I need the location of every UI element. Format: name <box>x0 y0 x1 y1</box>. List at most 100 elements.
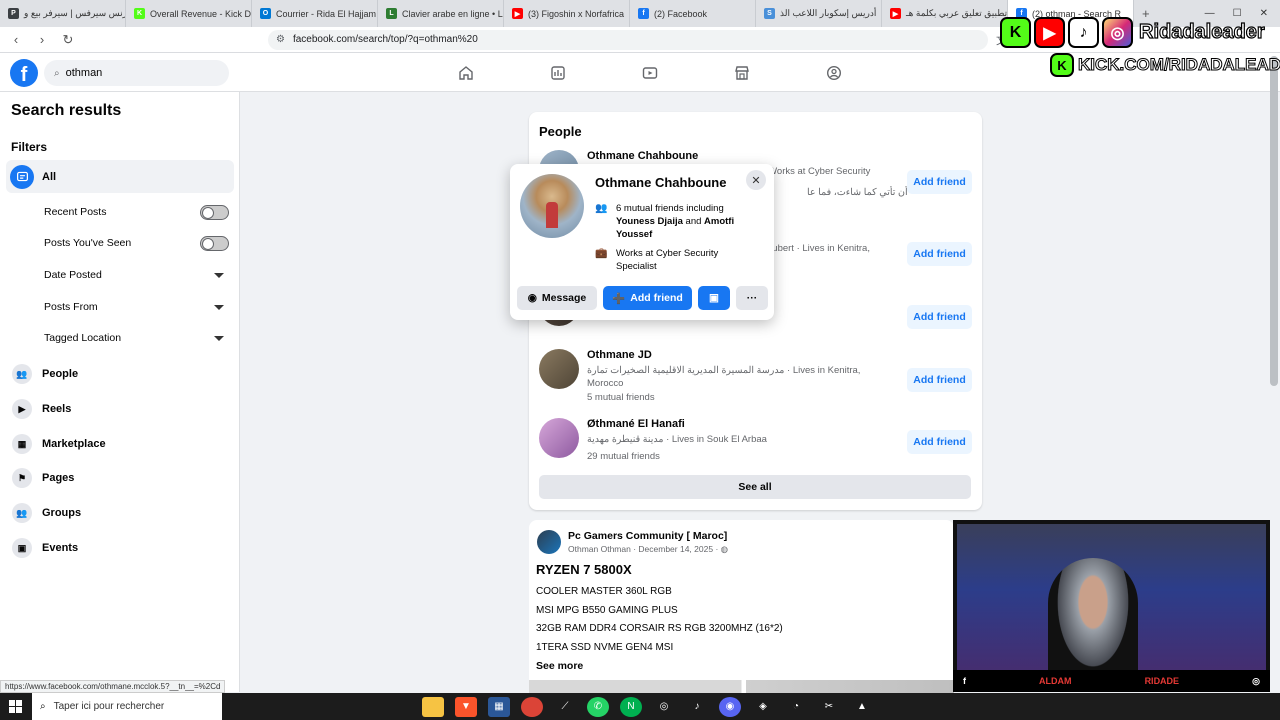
kick-logo-icon: K <box>1000 17 1031 48</box>
tab-favicon-icon: L <box>386 8 397 19</box>
tab-favicon-icon: f <box>638 8 649 19</box>
sidebar-filter-posts-you-ve-seen[interactable]: Posts You've Seen <box>44 233 229 253</box>
person-avatar[interactable] <box>539 349 579 389</box>
close-icon[interactable]: ✕ <box>746 170 766 190</box>
browser-tab[interactable]: K Overall Revenue - Kick Da <box>126 0 252 27</box>
add-friend-button[interactable]: Add friend <box>907 368 972 392</box>
reload-icon[interactable]: ↻ <box>58 32 78 48</box>
browser-tab[interactable]: L Clavier arabe en ligne • Le <box>378 0 504 27</box>
post-date[interactable]: December 14, 2025 <box>638 544 713 554</box>
sidebar-filter-posts-from[interactable]: Posts From <box>44 297 229 317</box>
tiktok-icon[interactable]: ♪ <box>686 697 708 717</box>
sidebar-filter-tagged-location[interactable]: Tagged Location <box>44 328 229 348</box>
filter-toggle[interactable] <box>200 204 229 220</box>
app-icon[interactable]: ◔ <box>785 697 807 717</box>
filter-all[interactable]: All <box>6 160 234 193</box>
post-meta: Othman Othman · December 14, 2025 · ◍ <box>568 544 729 554</box>
post-line: COOLER MASTER 360L RGB <box>536 586 672 597</box>
browser-tab[interactable]: O Courrier - Rida El Hajjam <box>252 0 378 27</box>
add-friend-button[interactable]: Add friend <box>907 305 972 329</box>
marketplace-icon: ▦ <box>12 434 32 454</box>
filter-toggle[interactable] <box>200 235 229 251</box>
see-more-link[interactable]: See more <box>536 660 583 672</box>
windows-start-icon[interactable] <box>0 699 32 714</box>
streamer-image <box>1048 558 1138 684</box>
add-friend-button[interactable]: ➕ Add friend <box>603 286 692 310</box>
hovercard-name[interactable]: Othmane Chahboune <box>595 175 726 190</box>
main-nav <box>420 61 880 85</box>
video-icon[interactable] <box>604 61 696 85</box>
home-icon[interactable] <box>420 61 512 85</box>
sidebar-item-marketplace[interactable]: ▦ Marketplace <box>12 434 106 454</box>
add-friend-button[interactable]: Add friend <box>907 170 972 194</box>
sidebar-item-pages[interactable]: ⚑ Pages <box>12 468 74 488</box>
message-button[interactable]: ◉ Message <box>517 286 597 310</box>
person-name[interactable]: Othmane JD <box>587 349 652 361</box>
feeds-icon[interactable] <box>512 61 604 85</box>
reels-icon: ▶ <box>12 399 32 419</box>
hovercard-work: 💼 Works at Cyber Security Specialist <box>595 247 760 273</box>
sidebar-filter-date-posted[interactable]: Date Posted <box>44 265 229 285</box>
tab-favicon-icon: K <box>134 8 145 19</box>
page-avatar[interactable] <box>537 530 561 554</box>
brave-icon[interactable]: ▼ <box>455 696 477 717</box>
browser-tab[interactable]: f (2) Facebook <box>630 0 756 27</box>
add-friend-button[interactable]: Add friend <box>907 430 972 454</box>
marketplace-nav-icon[interactable] <box>696 61 788 85</box>
person-name[interactable]: Othmane Chahboune <box>587 150 698 162</box>
post-page-name[interactable]: Pc Gamers Community [ Maroc] <box>568 530 727 542</box>
hovercard-mutual: 👥 6 mutual friends including Youness Dja… <box>595 202 760 241</box>
caret-down-icon[interactable] <box>214 272 224 278</box>
whatsapp-icon[interactable]: ✆ <box>587 696 609 717</box>
app-icon[interactable]: ▦ <box>488 696 510 717</box>
search-input[interactable] <box>65 67 206 79</box>
work-button[interactable]: ▣ <box>698 286 730 310</box>
sidebar-item-groups[interactable]: 👥 Groups <box>12 503 81 523</box>
browser-tab[interactable]: P برنس سيرفس | سيرفر بيع و <box>0 0 126 27</box>
page-scrollbar[interactable] <box>1270 56 1278 386</box>
browser-tab[interactable]: ▶ (3) Figoshin x Norfafrica <box>504 0 630 27</box>
site-info-icon[interactable]: ⚙ <box>276 34 285 45</box>
profile-nav-icon[interactable] <box>788 61 880 85</box>
sidebar-item-people[interactable]: 👥 People <box>12 364 78 384</box>
profile-hovercard: Othmane Chahboune ✕ 👥 6 mutual friends i… <box>510 164 774 320</box>
mutual-friend-1[interactable]: Youness Djaija <box>616 216 683 227</box>
mutual-friends-count[interactable]: 29 mutual friends <box>587 451 660 462</box>
app-icon[interactable]: ◎ <box>653 697 675 717</box>
add-friend-button[interactable]: Add friend <box>907 242 972 266</box>
sidebar-item-events[interactable]: ▣ Events <box>12 538 78 558</box>
app-icon[interactable]: ⟋ <box>554 697 576 717</box>
taskbar-search[interactable]: ⌕ Taper ici pour rechercher <box>32 693 222 720</box>
capcut-icon[interactable]: ✂ <box>818 697 840 717</box>
add-person-icon: ➕ <box>612 292 626 305</box>
caret-down-icon[interactable] <box>214 304 224 310</box>
see-all-button[interactable]: See all <box>539 475 971 499</box>
youtube-logo-icon: ▶ <box>1034 17 1065 48</box>
browser-tab[interactable]: S أدريس إسكوبار اللاعب الذ <box>756 0 882 27</box>
status-link: https://www.facebook.com/othmane.mcclok.… <box>0 680 226 693</box>
app-icon[interactable]: ◈ <box>752 697 774 717</box>
mutual-friends-count[interactable]: 5 mutual friends <box>587 392 655 403</box>
sidebar-item-reels[interactable]: ▶ Reels <box>12 399 71 419</box>
url-field[interactable]: ⚙ facebook.com/search/top/?q=othman%20 <box>268 29 988 50</box>
file-explorer-icon[interactable] <box>422 696 444 717</box>
search-sidebar: Search results Filters All Recent Posts P… <box>0 92 240 692</box>
search-box[interactable]: ⌕ <box>44 60 229 86</box>
discord-icon[interactable]: ◉ <box>719 696 741 717</box>
caret-down-icon[interactable] <box>214 335 224 341</box>
pages-icon: ⚑ <box>12 468 32 488</box>
forward-icon[interactable]: › <box>32 32 52 47</box>
person-avatar[interactable] <box>539 418 579 458</box>
sidebar-filter-recent-posts[interactable]: Recent Posts <box>44 202 229 222</box>
person-name[interactable]: Øthmané El Hanafi <box>587 418 685 430</box>
chrome-icon[interactable] <box>521 696 543 717</box>
app-icon[interactable]: ▲ <box>851 697 873 717</box>
facebook-logo-icon[interactable]: f <box>10 59 38 87</box>
more-button[interactable]: ··· <box>736 286 768 310</box>
people-section-title: People <box>539 124 582 139</box>
browser-tab[interactable]: ▶ تطبيق تعليق عربي بكلمة هـ <box>882 0 1008 27</box>
back-icon[interactable]: ‹ <box>6 32 26 47</box>
app-icon[interactable]: N <box>620 696 642 717</box>
post-author[interactable]: Othman Othman <box>568 544 631 554</box>
hovercard-avatar[interactable] <box>520 174 584 238</box>
